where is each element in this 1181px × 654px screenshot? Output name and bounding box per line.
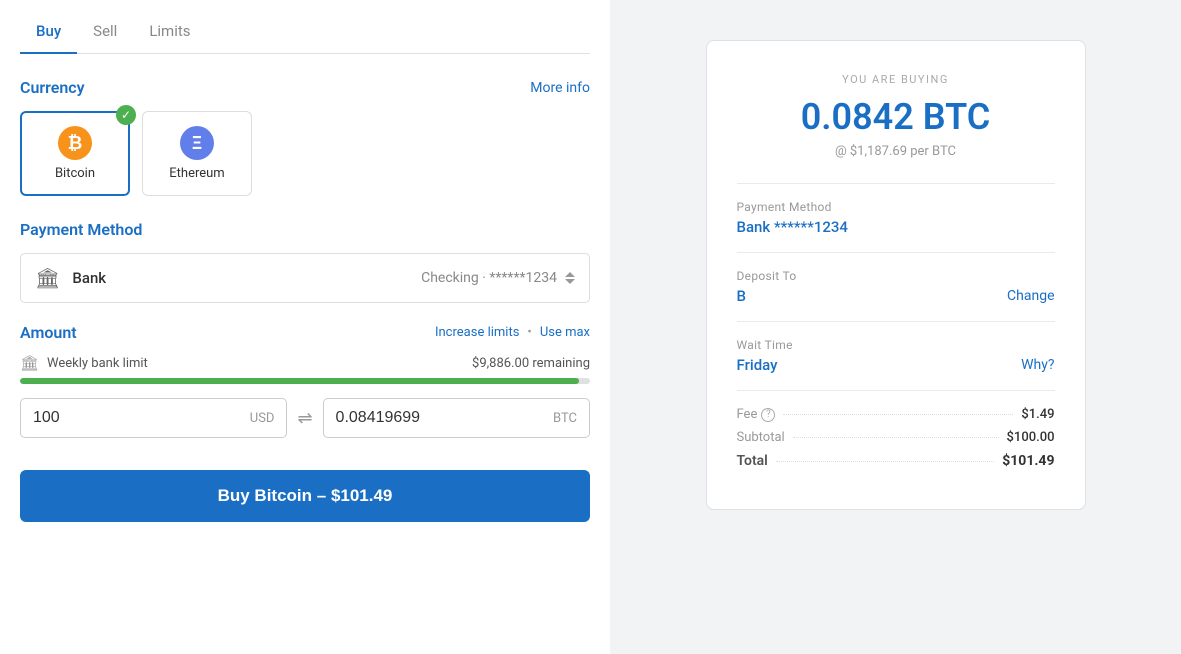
subtotal-dotted-line <box>793 437 999 438</box>
change-link[interactable]: Change <box>1007 288 1054 304</box>
btc-currency-label: BTC <box>553 411 577 426</box>
total-row: Total $101.49 <box>737 453 1055 469</box>
eth-label: Ethereum <box>169 166 224 181</box>
fee-row: Fee ? $1.49 <box>737 407 1055 422</box>
deposit-to-row-label: Deposit To <box>737 269 1055 283</box>
dropdown-arrow[interactable] <box>565 272 575 284</box>
selected-checkmark: ✓ <box>116 105 136 125</box>
summary-deposit-row: Deposit To B Change <box>737 269 1055 305</box>
bank-name: Bank <box>72 269 421 287</box>
swap-icon[interactable]: ⇌ <box>297 408 312 429</box>
amount-header: Amount Increase limits • Use max <box>20 323 590 342</box>
currency-card-bitcoin[interactable]: ✓ ₿ Bitcoin <box>20 111 130 196</box>
total-value: $101.49 <box>1002 453 1054 469</box>
usd-input[interactable] <box>33 409 244 427</box>
wait-time-row-value: Friday Why? <box>737 356 1055 374</box>
fee-dotted-line <box>783 414 1013 415</box>
limit-bank-icon: 🏛 <box>20 354 39 372</box>
payment-method-row-value: Bank ******1234 <box>737 218 1055 236</box>
total-label: Total <box>737 453 768 469</box>
total-dotted-line <box>776 461 994 462</box>
summary-btc-amount: 0.0842 BTC <box>737 96 1055 138</box>
currency-section-title: Currency <box>20 78 85 97</box>
divider-4 <box>737 390 1055 391</box>
limit-remaining: $9,886.00 remaining <box>472 356 590 371</box>
eth-icon: Ξ <box>180 126 214 160</box>
amount-inputs: USD ⇌ BTC <box>20 398 590 438</box>
right-panel: YOU ARE BUYING 0.0842 BTC @ $1,187.69 pe… <box>610 0 1181 654</box>
btc-label: Bitcoin <box>55 166 95 181</box>
btc-input-box[interactable]: BTC <box>323 398 590 438</box>
summary-card: YOU ARE BUYING 0.0842 BTC @ $1,187.69 pe… <box>706 40 1086 510</box>
currency-section-header: Currency More info <box>20 78 590 97</box>
fee-help-icon[interactable]: ? <box>761 408 775 422</box>
divider-3 <box>737 321 1055 322</box>
increase-limits-link[interactable]: Increase limits <box>435 325 519 340</box>
bank-icon: 🏛 <box>35 266 60 290</box>
amount-title: Amount <box>20 323 77 342</box>
subtotal-value: $100.00 <box>1007 430 1055 445</box>
payment-method-row-label: Payment Method <box>737 200 1055 214</box>
subtotal-label: Subtotal <box>737 430 785 445</box>
deposit-to-row-value: B Change <box>737 287 1055 305</box>
btc-icon: ₿ <box>58 126 92 160</box>
buy-button[interactable]: Buy Bitcoin – $101.49 <box>20 470 590 522</box>
usd-currency-label: USD <box>250 411 275 426</box>
summary-payment-method-row: Payment Method Bank ******1234 <box>737 200 1055 236</box>
subtotal-row: Subtotal $100.00 <box>737 430 1055 445</box>
wait-time-row-label: Wait Time <box>737 338 1055 352</box>
payment-method-section: Payment Method 🏛 Bank Checking · ******1… <box>20 220 590 303</box>
usd-input-box[interactable]: USD <box>20 398 287 438</box>
currency-card-container: ✓ ₿ Bitcoin Ξ Ethereum <box>20 111 590 196</box>
fee-label: Fee ? <box>737 407 776 422</box>
payment-method-title: Payment Method <box>20 220 142 239</box>
progress-bar-background <box>20 378 590 384</box>
payment-method-header: Payment Method <box>20 220 590 239</box>
bank-detail: Checking · ******1234 <box>421 270 557 286</box>
why-link[interactable]: Why? <box>1021 357 1054 373</box>
limit-label: Weekly bank limit <box>47 356 464 371</box>
limit-row: 🏛 Weekly bank limit $9,886.00 remaining <box>20 354 590 372</box>
deposit-to-value: B <box>737 287 746 305</box>
arrow-up-icon <box>565 272 575 277</box>
link-separator: • <box>527 325 531 340</box>
progress-bar-fill <box>20 378 579 384</box>
wait-time-value: Friday <box>737 356 778 374</box>
tab-limits[interactable]: Limits <box>133 10 206 54</box>
you-are-buying-label: YOU ARE BUYING <box>737 73 1055 86</box>
divider-1 <box>737 183 1055 184</box>
btc-input[interactable] <box>336 409 547 427</box>
payment-method-dropdown[interactable]: 🏛 Bank Checking · ******1234 <box>20 253 590 303</box>
tab-buy[interactable]: Buy <box>20 10 77 54</box>
fee-value: $1.49 <box>1021 407 1054 422</box>
summary-rate: @ $1,187.69 per BTC <box>737 144 1055 159</box>
amount-links: Increase limits • Use max <box>435 325 590 340</box>
amount-section: Amount Increase limits • Use max 🏛 Weekl… <box>20 323 590 438</box>
divider-2 <box>737 252 1055 253</box>
left-panel: Buy Sell Limits Currency More info ✓ ₿ B… <box>0 0 610 654</box>
tab-bar: Buy Sell Limits <box>20 0 590 54</box>
currency-card-ethereum[interactable]: Ξ Ethereum <box>142 111 252 196</box>
more-info-link[interactable]: More info <box>530 80 590 96</box>
use-max-link[interactable]: Use max <box>540 325 590 340</box>
summary-wait-time-row: Wait Time Friday Why? <box>737 338 1055 374</box>
tab-sell[interactable]: Sell <box>77 10 133 54</box>
arrow-down-icon <box>565 279 575 284</box>
